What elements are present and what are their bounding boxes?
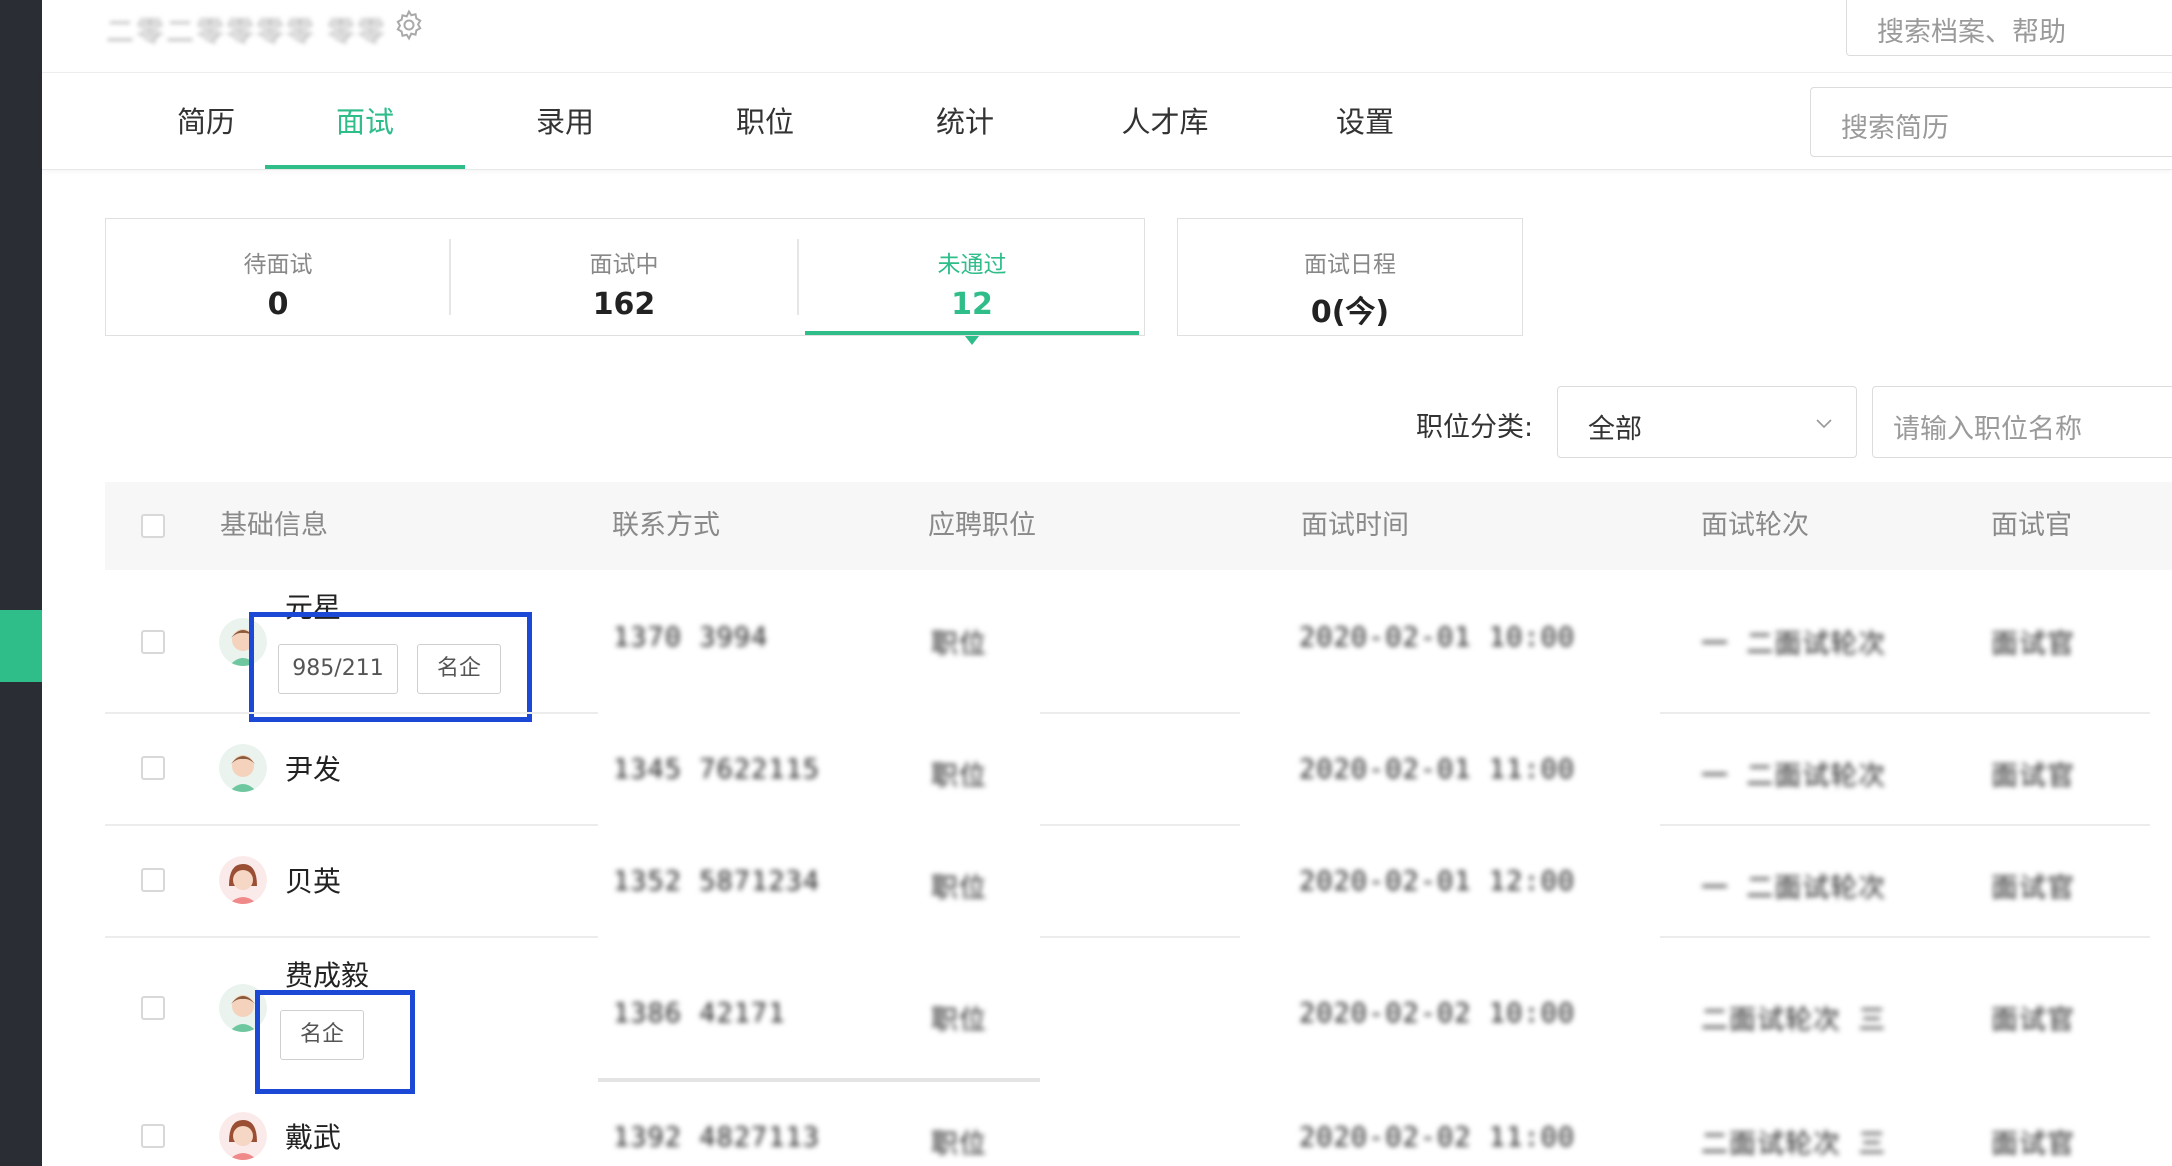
female-avatar-icon xyxy=(219,856,267,904)
male-avatar-icon xyxy=(219,744,267,792)
tab-interview[interactable]: 面试 xyxy=(265,73,465,169)
interview-time: 2020-02-02 10:00 xyxy=(1299,998,1576,1029)
row-checkbox[interactable] xyxy=(141,996,165,1020)
interviewer: 面试官 xyxy=(1991,1129,2075,1160)
table-row[interactable]: 尹发 1345 7622115 职位 2020-02-01 11:00 一 二面… xyxy=(105,714,2172,826)
tab-label: 统计 xyxy=(935,105,994,139)
global-search-input[interactable]: 搜索档案、帮助 xyxy=(1846,0,2172,56)
interview-status-cards: 待面试 0 面试中 162 未通过 12 xyxy=(105,218,1145,345)
interviewer: 面试官 xyxy=(1991,629,2075,660)
interview-round: 一 二面试轮次 xyxy=(1701,873,1887,904)
interview-time: 2020-02-01 11:00 xyxy=(1299,754,1576,785)
active-stat-caret xyxy=(965,336,979,345)
tab-positions[interactable]: 职位 xyxy=(665,73,865,169)
applied-position: 职位 xyxy=(931,873,987,904)
candidate-name: 尹发 xyxy=(285,753,342,786)
table-row[interactable]: 费成毅 名企 1386 42171 职位 2020-02-02 10:00 二面… xyxy=(105,938,2172,1094)
contact-info: 1345 7622115 xyxy=(613,754,821,785)
table-row[interactable]: 元星 985/211 名企 1370 3994 职位 2020-02-01 10… xyxy=(105,570,2172,722)
tab-label: 设置 xyxy=(1335,105,1394,139)
tab-label: 面试 xyxy=(335,105,394,139)
stat-label: 未通过 xyxy=(937,252,1007,278)
tab-settings[interactable]: 设置 xyxy=(1265,73,1465,169)
contact-info: 1370 3994 xyxy=(613,622,769,653)
active-tab-underline xyxy=(265,165,465,169)
applied-position: 职位 xyxy=(931,1005,987,1036)
row-checkbox[interactable] xyxy=(141,630,165,654)
applied-position: 职位 xyxy=(931,761,987,792)
tab-hire[interactable]: 录用 xyxy=(465,73,665,169)
applied-position: 职位 xyxy=(931,1129,987,1160)
left-rail xyxy=(0,0,42,1166)
interview-round: 一 二面试轮次 xyxy=(1701,761,1887,792)
gear-icon[interactable] xyxy=(392,8,426,42)
candidate-name: 戴武 xyxy=(285,1121,342,1154)
interviewer: 面试官 xyxy=(1991,1005,2075,1036)
category-select-value: 全部 xyxy=(1588,414,1642,445)
female-avatar-icon xyxy=(219,1112,267,1160)
table-row[interactable]: 戴武 1392 4827113 职位 2020-02-02 11:00 二面试轮… xyxy=(105,1082,2172,1166)
main-nav: 简历 面试 录用 职位 统计 人才库 设置 搜索简历 xyxy=(42,73,2172,170)
rail-active-indicator[interactable] xyxy=(0,610,42,682)
tab-label: 人才库 xyxy=(1121,105,1209,139)
column-header: 联系方式 xyxy=(612,510,720,541)
applied-position: 职位 xyxy=(931,629,987,660)
interviewer: 面试官 xyxy=(1991,873,2075,904)
stat-divider xyxy=(449,239,451,315)
tab-label: 简历 xyxy=(176,105,235,139)
stat-label: 面试中 xyxy=(589,252,659,278)
stat-value: 0 xyxy=(267,287,289,322)
stat-pending[interactable]: 待面试 0 xyxy=(106,219,450,335)
chevron-down-icon xyxy=(1816,419,1832,429)
table-row[interactable]: 贝英 1352 5871234 职位 2020-02-01 12:00 一 二面… xyxy=(105,826,2172,938)
interview-time: 2020-02-01 12:00 xyxy=(1299,866,1576,897)
org-name: 二零二零零零零 零零 xyxy=(106,15,387,48)
row-checkbox[interactable] xyxy=(141,1124,165,1148)
stat-failed[interactable]: 未通过 12 xyxy=(800,219,1144,345)
row-checkbox[interactable] xyxy=(141,756,165,780)
interview-round: 二面试轮次 三 xyxy=(1701,1129,1887,1160)
stat-value: 0(今) xyxy=(1310,295,1390,330)
row-checkbox[interactable] xyxy=(141,868,165,892)
tab-talent-pool[interactable]: 人才库 xyxy=(1065,73,1265,169)
column-header: 面试轮次 xyxy=(1701,510,1809,541)
tab-label: 职位 xyxy=(735,105,794,139)
interviewer: 面试官 xyxy=(1991,761,2075,792)
active-stat-underline xyxy=(805,331,1139,335)
highlight-box xyxy=(249,612,532,722)
interview-time: 2020-02-01 10:00 xyxy=(1299,622,1576,653)
category-select[interactable]: 全部 xyxy=(1557,386,1857,458)
table-header: 基础信息 联系方式 应聘职位 面试时间 面试轮次 面试官 xyxy=(105,482,2172,570)
interview-time: 2020-02-02 11:00 xyxy=(1299,1122,1576,1153)
interview-round: 一 二面试轮次 xyxy=(1701,629,1887,660)
resume-search-input[interactable]: 搜索简历 xyxy=(1810,87,2172,157)
contact-info: 1392 4827113 xyxy=(613,1122,821,1153)
candidate-name: 贝英 xyxy=(285,865,342,898)
column-header: 基础信息 xyxy=(220,510,328,541)
column-header: 面试官 xyxy=(1991,510,2072,541)
stat-value: 12 xyxy=(951,287,993,322)
tab-statistics[interactable]: 统计 xyxy=(865,73,1065,169)
column-header: 面试时间 xyxy=(1301,510,1409,541)
candidate-name: 费成毅 xyxy=(285,959,370,992)
stat-label: 待面试 xyxy=(243,252,313,278)
stat-label: 面试日程 xyxy=(1304,252,1396,278)
contact-info: 1386 42171 xyxy=(613,998,786,1029)
top-bar: 二零二零零零零 零零 搜索档案、帮助 xyxy=(42,0,2172,73)
stat-in-progress[interactable]: 面试中 162 xyxy=(452,219,796,335)
interview-round: 二面试轮次 三 xyxy=(1701,1005,1887,1036)
contact-info: 1352 5871234 xyxy=(613,866,821,897)
category-filter-label: 职位分类: xyxy=(1416,412,1534,443)
position-name-input[interactable]: 请输入职位名称 xyxy=(1872,386,2172,458)
stat-schedule[interactable]: 面试日程 0(今) xyxy=(1177,218,1523,336)
stat-divider xyxy=(797,239,799,315)
column-header: 应聘职位 xyxy=(928,510,1036,541)
tab-label: 录用 xyxy=(535,105,594,139)
select-all-checkbox[interactable] xyxy=(141,514,165,538)
stat-value: 162 xyxy=(592,287,656,322)
highlight-box xyxy=(255,990,415,1094)
